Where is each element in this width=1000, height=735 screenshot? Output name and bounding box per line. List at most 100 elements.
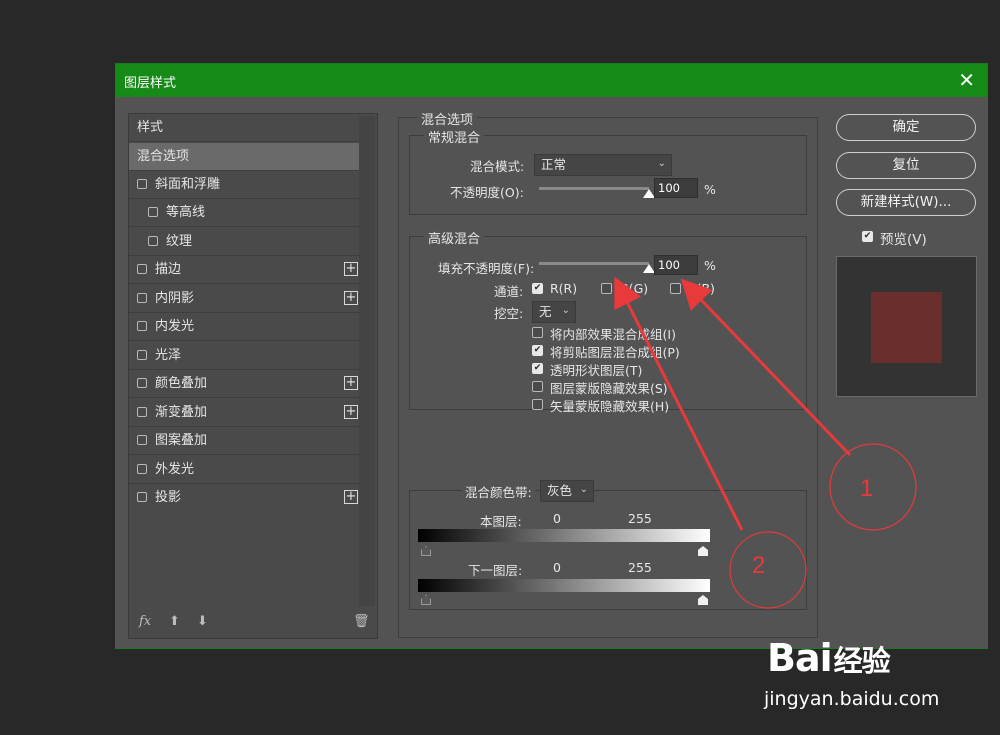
style-list-footer: fx ⬆ ⬇ 🗑	[129, 608, 377, 638]
blend-mode-label: 混合模式:	[470, 159, 525, 174]
style-item-label: 等高线	[166, 205, 206, 220]
channel-b-checkbox[interactable]	[670, 283, 681, 294]
option-label-3: 图层蒙版隐藏效果(S)	[550, 381, 668, 396]
blend-if-select[interactable]: 灰色 ⌄	[540, 480, 594, 502]
style-preview	[836, 256, 977, 397]
move-up-icon[interactable]: ⬆	[169, 614, 180, 629]
checkbox[interactable]	[137, 321, 147, 331]
style-item-label: 混合选项	[137, 149, 190, 164]
style-item-label: 描边	[155, 262, 182, 277]
style-item-label: 外发光	[155, 462, 195, 477]
style-item-label: 投影	[155, 490, 182, 505]
opacity-input[interactable]: 100	[654, 178, 698, 198]
checkbox[interactable]	[137, 464, 147, 474]
new-style-button[interactable]: 新建样式(W)...	[836, 189, 976, 216]
style-item-label: 图案叠加	[155, 433, 208, 448]
add-icon[interactable]: +	[344, 262, 358, 276]
checkbox[interactable]	[137, 350, 147, 360]
knockout-value: 无	[539, 304, 552, 319]
blend-if-value: 灰色	[547, 483, 573, 498]
style-item-texture[interactable]: 纹理	[129, 228, 360, 256]
this-layer-max: 255	[628, 511, 652, 526]
style-item-label: 内发光	[155, 319, 195, 334]
fx-icon[interactable]: fx	[139, 614, 151, 629]
option-checkbox-4[interactable]	[532, 399, 543, 410]
checkbox[interactable]	[137, 492, 147, 502]
option-label-2: 透明形状图层(T)	[550, 363, 643, 378]
style-item-gradient-overlay[interactable]: 渐变叠加 +	[129, 399, 360, 427]
under-layer-black-slider[interactable]	[421, 595, 431, 605]
style-item-inner-glow[interactable]: 内发光	[129, 313, 360, 341]
close-icon[interactable]: ✕	[958, 68, 975, 92]
ok-button[interactable]: 确定	[836, 114, 976, 141]
style-list-scrollbar[interactable]	[359, 116, 375, 606]
under-layer-min: 0	[553, 560, 561, 575]
style-item-contour[interactable]: 等高线	[129, 199, 360, 227]
move-down-icon[interactable]: ⬇	[197, 614, 208, 629]
advanced-blending-title: 高级混合	[424, 228, 485, 247]
chevron-down-icon: ⌄	[561, 305, 570, 316]
checkbox[interactable]	[148, 236, 158, 246]
channel-r-checkbox[interactable]: ✔	[532, 283, 543, 294]
style-item-color-overlay[interactable]: 颜色叠加 +	[129, 370, 360, 398]
checkbox[interactable]	[137, 293, 147, 303]
checkbox[interactable]	[137, 378, 147, 388]
preview-label: 预览(V)	[880, 232, 927, 248]
section-title: 混合选项	[417, 109, 478, 128]
blend-mode-select[interactable]: 正常 ⌄	[534, 154, 672, 176]
advanced-blending-group: 高级混合 填充不透明度(F): 100 % 通道: ✔ R(R) G(G) B(…	[409, 228, 807, 414]
style-item-label: 渐变叠加	[155, 405, 208, 420]
watermark-url: jingyan.baidu.com	[764, 688, 940, 710]
option-checkbox-2[interactable]: ✔	[532, 363, 543, 374]
checkbox[interactable]	[137, 407, 147, 417]
watermark-brand-cn: 经验	[833, 644, 891, 678]
chevron-down-icon: ⌄	[579, 484, 588, 495]
checkbox[interactable]	[137, 179, 147, 189]
blend-mode-value: 正常	[541, 157, 567, 172]
style-item-drop-shadow[interactable]: 投影 +	[129, 484, 360, 512]
opacity-slider[interactable]	[539, 187, 649, 190]
style-list: 样式 混合选项 斜面和浮雕 等高线 纹理 描边 + 内阴影 + 内发光 光泽 颜…	[128, 113, 378, 639]
add-icon[interactable]: +	[344, 490, 358, 504]
style-item-inner-shadow[interactable]: 内阴影 +	[129, 285, 360, 313]
general-blending-title: 常规混合	[424, 127, 485, 146]
blending-options-panel: 混合选项 常规混合 混合模式: 正常 ⌄ 不透明度(O): 100 % 高级混合…	[398, 109, 818, 638]
watermark-brand-latin: Bai	[767, 636, 833, 680]
knockout-select[interactable]: 无 ⌄	[532, 301, 576, 323]
option-checkbox-0[interactable]	[532, 327, 543, 338]
under-layer-white-slider[interactable]	[698, 595, 708, 605]
reset-button[interactable]: 复位	[836, 152, 976, 179]
style-item-pattern-overlay[interactable]: 图案叠加	[129, 427, 360, 455]
channel-g-checkbox[interactable]	[601, 283, 612, 294]
style-item-bevel-emboss[interactable]: 斜面和浮雕	[129, 171, 360, 199]
this-layer-black-slider[interactable]	[421, 546, 431, 556]
style-item-stroke[interactable]: 描边 +	[129, 256, 360, 284]
fill-opacity-slider[interactable]	[539, 262, 649, 265]
fill-opacity-input[interactable]: 100	[654, 255, 698, 275]
style-item-outer-glow[interactable]: 外发光	[129, 456, 360, 484]
option-label-1: 将剪贴图层混合成组(P)	[550, 345, 680, 360]
watermark-brand: Bai经验	[767, 636, 891, 680]
under-layer-max: 255	[628, 560, 652, 575]
style-item-label: 纹理	[166, 234, 193, 249]
add-icon[interactable]: +	[344, 405, 358, 419]
checkbox[interactable]	[137, 264, 147, 274]
opacity-label: 不透明度(O):	[450, 185, 524, 200]
option-checkbox-1[interactable]: ✔	[532, 345, 543, 356]
option-checkbox-3[interactable]	[532, 381, 543, 392]
fill-opacity-percent: %	[704, 258, 716, 273]
preview-checkbox[interactable]: ✔	[862, 231, 873, 242]
option-label-0: 将内部效果混合成组(I)	[550, 327, 676, 342]
style-item-satin[interactable]: 光泽	[129, 342, 360, 370]
checkbox[interactable]	[148, 207, 158, 217]
trash-icon[interactable]: 🗑	[353, 614, 370, 629]
dialog-title: 图层样式	[124, 76, 177, 91]
chevron-down-icon: ⌄	[657, 158, 666, 169]
this-layer-white-slider[interactable]	[698, 546, 708, 556]
checkbox[interactable]	[137, 435, 147, 445]
add-icon[interactable]: +	[344, 376, 358, 390]
style-item-blending-options[interactable]: 混合选项	[129, 143, 360, 171]
baidu-watermark: Bai经验 jingyan.baidu.com	[752, 628, 992, 728]
add-icon[interactable]: +	[344, 291, 358, 305]
style-list-header: 样式	[129, 114, 360, 142]
